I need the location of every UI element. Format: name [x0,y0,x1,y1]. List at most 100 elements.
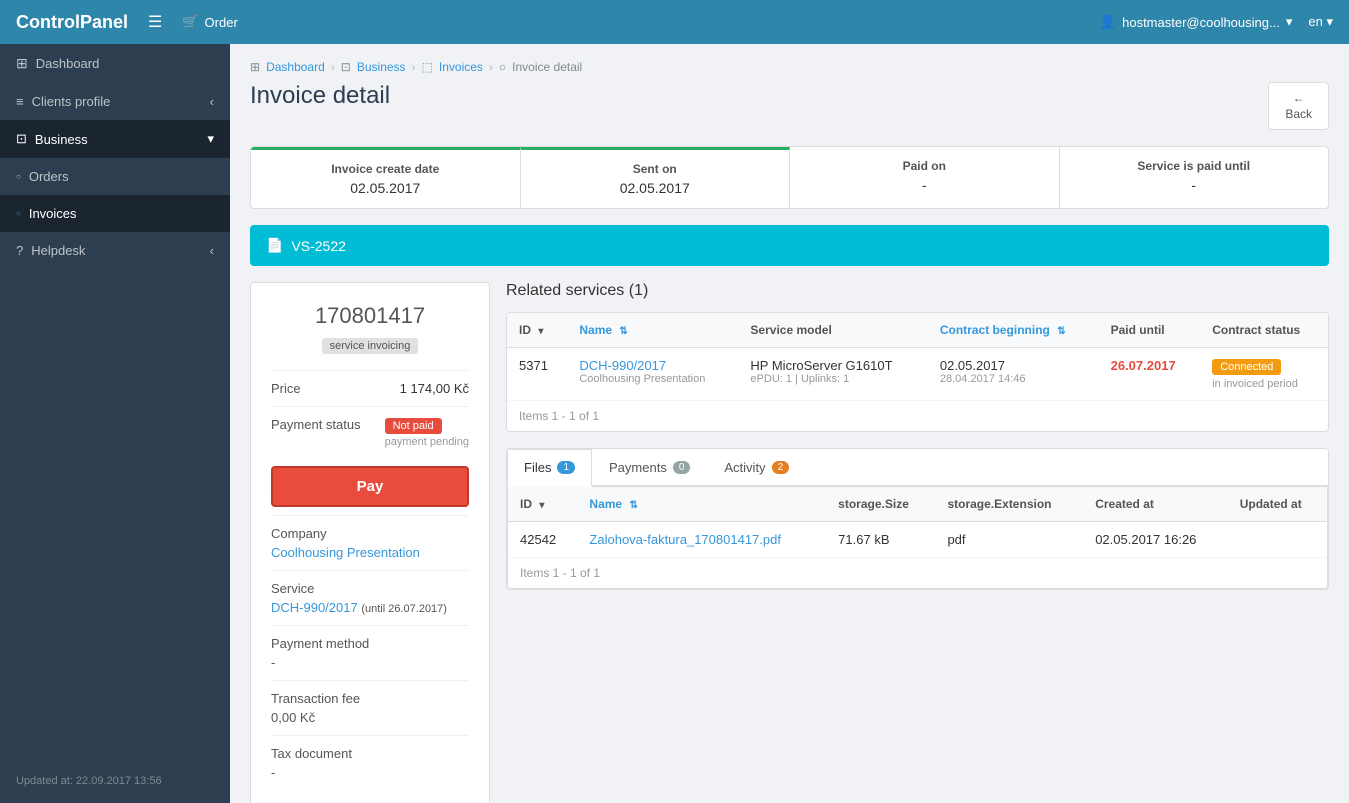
language-selector[interactable]: en ▾ [1308,14,1333,30]
files-col-ext: storage.Extension [935,487,1083,522]
cell-service-model-sub: ePDU: 1 | Uplinks: 1 [750,373,915,385]
breadcrumb: ⊞ Dashboard › ⊡ Business › ⬚ Invoices › … [250,60,1329,74]
business-chevron-icon: ▾ [207,131,214,147]
col-name[interactable]: Name ⇅ [567,313,738,348]
clients-chevron-icon: ‹ [210,94,214,109]
company-value: Coolhousing Presentation [271,545,469,560]
tab-activity[interactable]: Activity 2 [707,449,806,485]
info-card-value-0: 02.05.2017 [267,180,504,196]
service-suffix: (until 26.07.2017) [361,603,447,615]
sidebar-item-invoices[interactable]: ○ Invoices [0,195,230,232]
info-cards: Invoice create date 02.05.2017 Sent on 0… [250,146,1329,209]
payment-status-row: Payment status Not paid payment pending [271,406,469,458]
tab-files-badge: 1 [557,461,575,474]
cell-contract-beginning: 02.05.2017 28.04.2017 14:46 [928,348,1099,401]
sidebar-item-helpdesk[interactable]: ? Helpdesk ‹ [0,232,230,269]
file-id: 42542 [508,522,577,558]
sidebar-sub-business: ○ Orders ○ Invoices [0,158,230,232]
breadcrumb-business[interactable]: Business [357,60,406,74]
sidebar: ⊞ Dashboard ≡ Clients profile ‹ ⊡ Busine… [0,44,230,803]
layout: ⊞ Dashboard ≡ Clients profile ‹ ⊡ Busine… [0,44,1349,803]
tab-payments-badge: 0 [673,461,691,474]
info-card-label-1: Sent on [537,162,774,176]
cell-paid-until: 26.07.2017 [1099,348,1201,401]
helpdesk-icon: ? [16,243,23,258]
service-value: DCH-990/2017 (until 26.07.2017) [271,600,469,615]
paid-until-value: 26.07.2017 [1111,358,1176,373]
breadcrumb-current: Invoice detail [512,60,582,74]
info-card-value-1: 02.05.2017 [537,180,774,196]
sidebar-label-clients: Clients profile [32,94,111,109]
user-menu[interactable]: 👤 hostmaster@coolhousing... ▾ [1100,14,1292,30]
orders-dot-icon: ○ [16,172,21,181]
files-col-id[interactable]: ID ▾ [508,487,577,522]
main-content: ⊞ Dashboard › ⊡ Business › ⬚ Invoices › … [230,44,1349,803]
col-contract-beginning[interactable]: Contract beginning ⇅ [928,313,1099,348]
payment-status-value-container: Not paid payment pending [385,417,469,448]
lang-label: en [1308,14,1322,29]
cell-contract-status: Connected in invoiced period [1200,348,1328,401]
tab-content: ID ▾ Name ⇅ storage.Size storage.Extensi… [507,487,1328,589]
related-services-table: ID ▾ Name ⇅ Service model Contract begin… [507,313,1328,401]
helpdesk-chevron-icon: ‹ [210,243,214,258]
service-name-link[interactable]: DCH-990/2017 [579,358,666,373]
tax-document-value: - [271,765,469,780]
cell-contract-beginning-sub: 28.04.2017 14:46 [940,373,1087,385]
col-contract-status: Contract status [1200,313,1328,348]
service-badge: service invoicing [322,338,419,354]
sidebar-item-business[interactable]: ⊡ Business ▾ [0,120,230,158]
service-link[interactable]: DCH-990/2017 [271,600,358,615]
menu-icon[interactable]: ☰ [148,12,162,32]
top-nav: ControlPanel ☰ 🛒 Order 👤 hostmaster@cool… [0,0,1349,44]
invoices-dot-icon: ○ [16,209,21,218]
order-nav-item[interactable]: 🛒 Order [182,14,237,30]
files-col-name[interactable]: Name ⇅ [577,487,826,522]
breadcrumb-circle-icon: ○ [499,60,506,74]
sidebar-item-orders[interactable]: ○ Orders [0,158,230,195]
company-row: Company Coolhousing Presentation [271,515,469,570]
info-card-sent-on: Sent on 02.05.2017 [521,147,791,208]
user-dropdown-icon: ▾ [1286,14,1293,30]
files-col-size: storage.Size [826,487,935,522]
tab-payments[interactable]: Payments 0 [592,449,707,485]
service-label: Service [271,581,469,596]
invoice-detail-section: Company Coolhousing Presentation Service… [271,515,469,790]
footer-updated: Updated at: 22.09.2017 13:56 [16,775,162,787]
info-card-label-2: Paid on [806,159,1043,173]
connected-badge: Connected [1212,359,1281,375]
price-value: 1 174,00 Kč [400,381,469,396]
info-card-label-0: Invoice create date [267,162,504,176]
back-button[interactable]: ← Back [1268,82,1329,130]
tab-files-label: Files [524,460,551,475]
cart-icon: 🛒 [182,14,198,30]
sidebar-item-clients-profile[interactable]: ≡ Clients profile ‹ [0,83,230,120]
related-services-thead: ID ▾ Name ⇅ Service model Contract begin… [507,313,1328,348]
vs-bar: 📄 VS-2522 [250,225,1329,266]
page-title: Invoice detail [250,82,390,110]
info-card-value-3: - [1076,177,1313,193]
breadcrumb-icon: ⊞ [250,60,260,74]
sidebar-label-orders: Orders [29,169,69,184]
files-col-created: Created at [1083,487,1228,522]
page-header: Invoice detail ← Back [250,82,1329,130]
tab-files[interactable]: Files 1 [507,449,592,487]
col-id[interactable]: ID ▾ [507,313,567,348]
order-label: Order [205,15,238,30]
user-icon: 👤 [1100,14,1116,30]
user-name: hostmaster@coolhousing... [1122,15,1280,30]
files-col-updated: Updated at [1228,487,1327,522]
company-label: Company [271,526,469,541]
info-card-paid-on: Paid on - [790,147,1060,208]
related-services-items-count: Items 1 - 1 of 1 [507,401,1328,431]
cell-company: Coolhousing Presentation [579,373,726,385]
file-name-link[interactable]: Zalohova-faktura_170801417.pdf [589,532,781,547]
clients-icon: ≡ [16,94,24,109]
breadcrumb-dashboard[interactable]: Dashboard [266,60,325,74]
sidebar-label-invoices: Invoices [29,206,77,221]
sidebar-footer: Updated at: 22.09.2017 13:56 [0,759,230,803]
sidebar-item-dashboard[interactable]: ⊞ Dashboard [0,44,230,83]
breadcrumb-invoices[interactable]: Invoices [439,60,483,74]
breadcrumb-invoices-icon: ⬚ [422,60,433,74]
pay-button[interactable]: Pay [271,466,469,507]
info-card-create-date: Invoice create date 02.05.2017 [251,147,521,208]
